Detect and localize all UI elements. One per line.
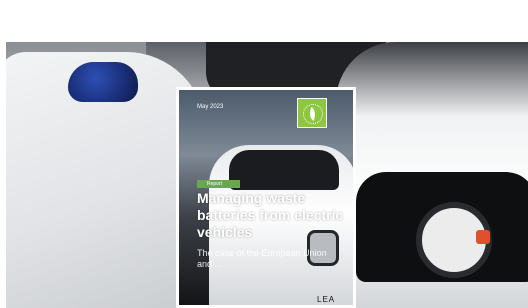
license-plate: LEA [317, 295, 336, 304]
page-top [0, 0, 528, 42]
cover-subtitle: The case of the European Union and ... [197, 248, 327, 269]
cover-car-window [229, 150, 339, 190]
eu-ecolabel-logo-icon [297, 98, 327, 128]
side-mirror [68, 62, 138, 102]
cover-date: May 2023 [197, 104, 224, 110]
report-cover[interactable]: May 2023 Report Managing waste batteries… [176, 87, 356, 308]
cover-title: Managing waste batteries from electric v… [197, 190, 344, 240]
charge-indicator [476, 230, 490, 244]
report-tag: Report [197, 180, 241, 188]
